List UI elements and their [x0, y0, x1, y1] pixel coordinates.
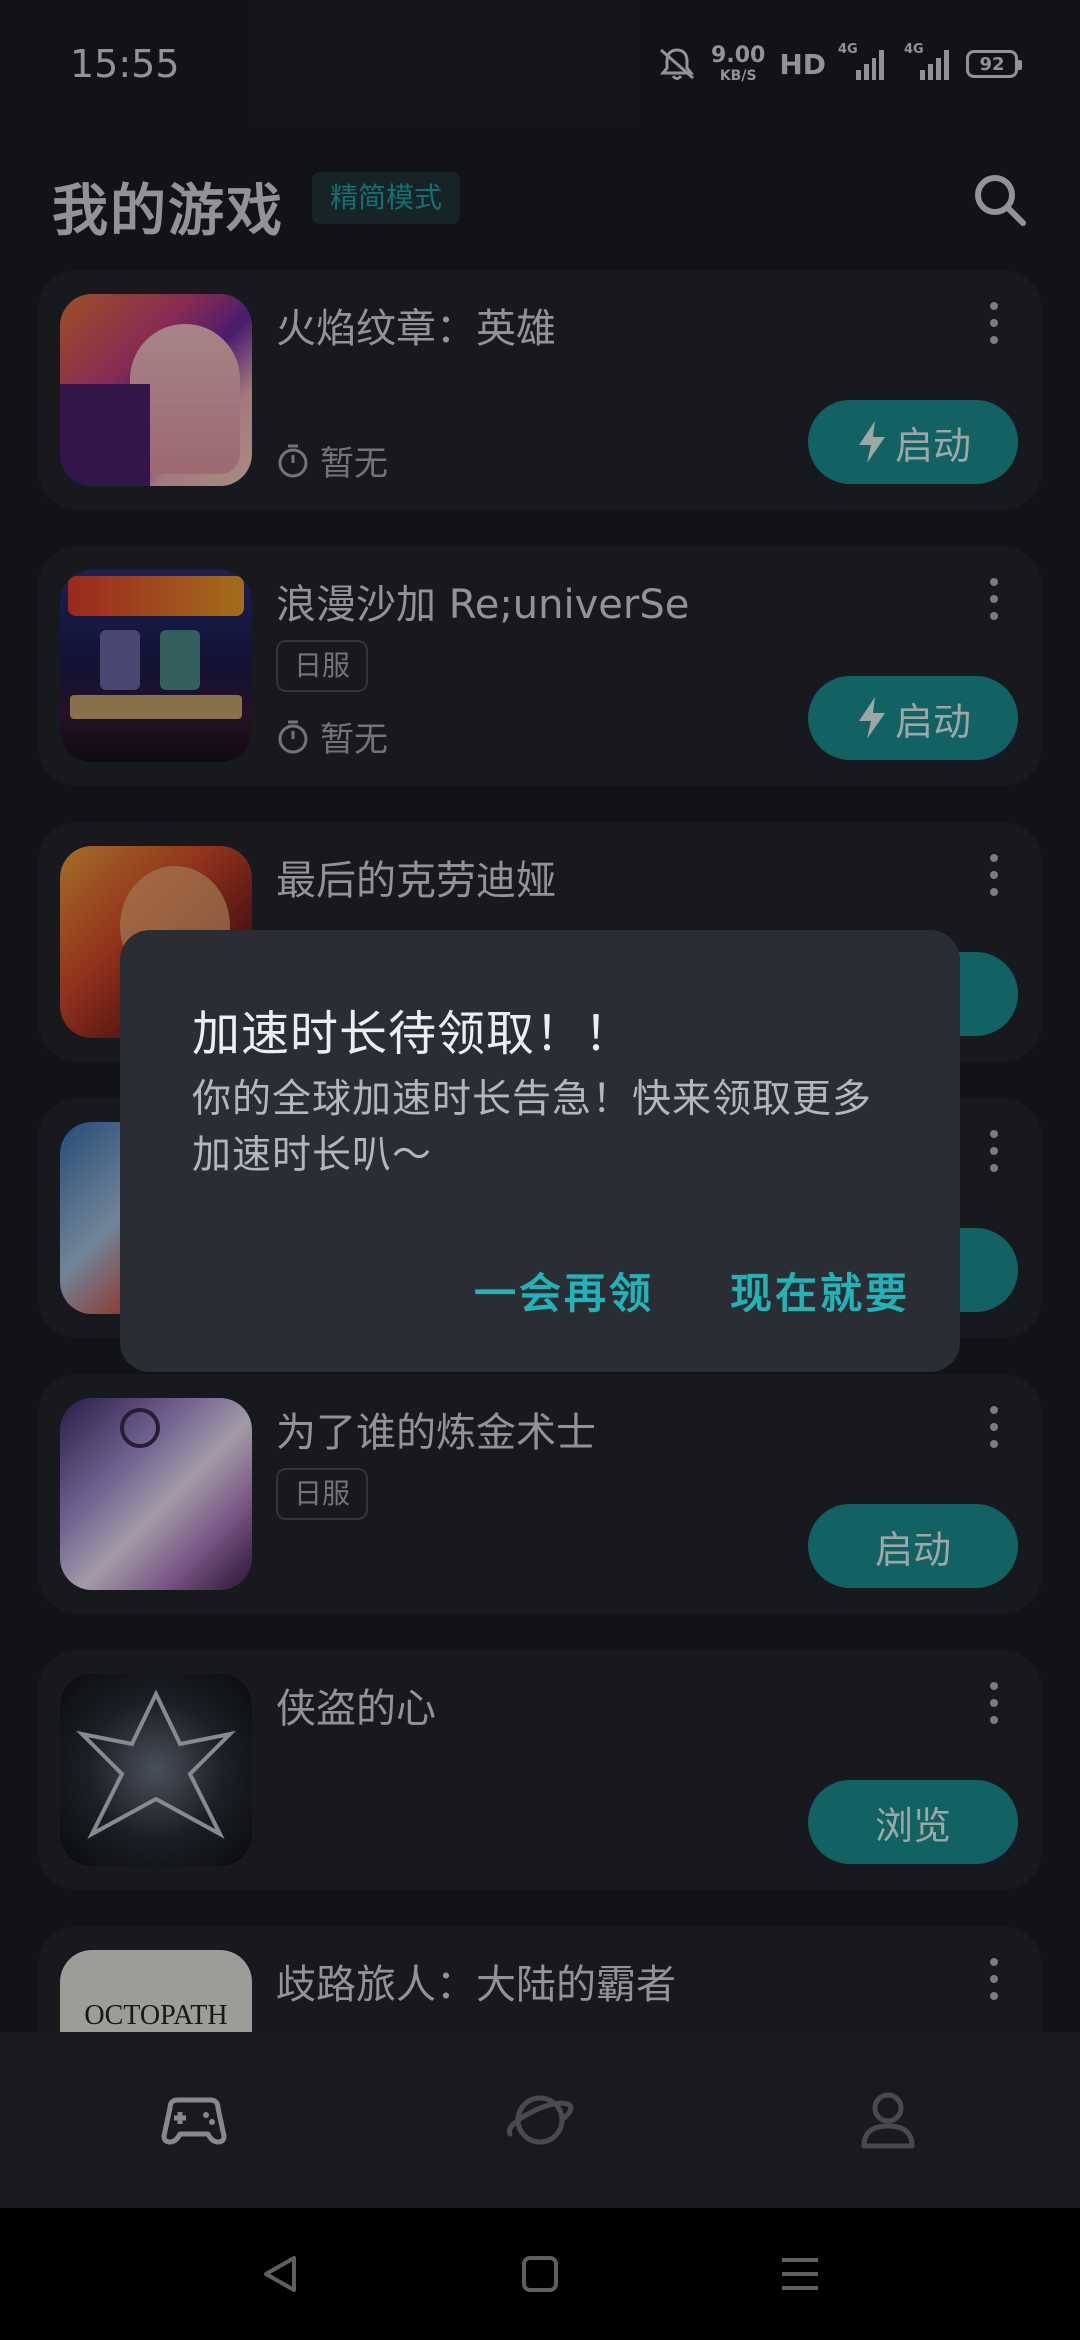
later-button[interactable]: 一会再领: [474, 1260, 654, 1321]
dialog-message: 你的全球加速时长告急！快来领取更多加速时长叭～: [192, 1077, 873, 1178]
claim-now-button[interactable]: 现在就要: [730, 1260, 910, 1321]
reward-dialog: 加速时长待领取！！ 你的全球加速时长告急！快来领取更多加速时长叭～ 一会再领 现…: [120, 930, 960, 1372]
dialog-title: 加速时长待领取！！: [192, 1006, 634, 1062]
